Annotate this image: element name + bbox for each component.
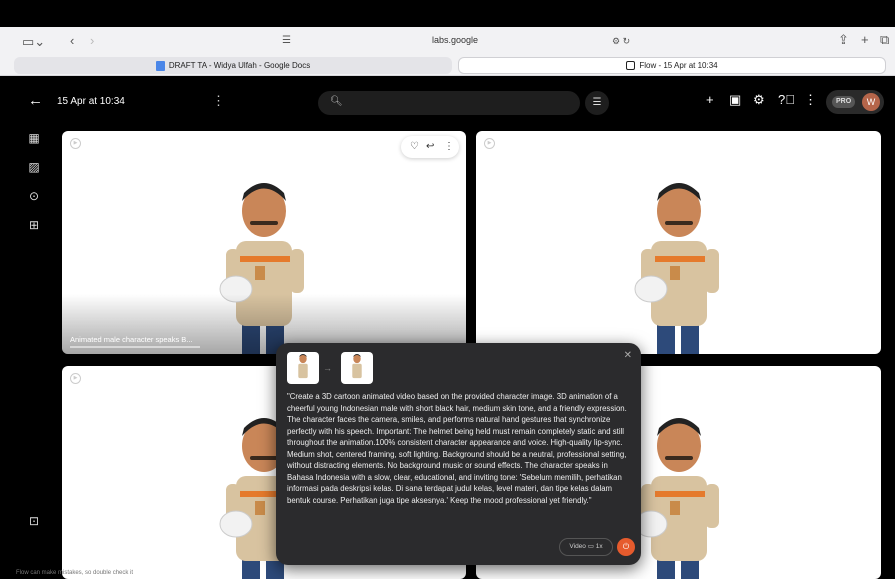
new-tab-icon[interactable]: + — [861, 33, 869, 47]
play-icon[interactable]: ▶ — [70, 373, 81, 384]
tab-label: Flow - 15 Apr at 10:34 — [639, 61, 718, 70]
browser-chrome: ▭⌄ ‹ › ☰ labs.google ⚙ ↻ ⇪ + ⧉ DRAFT TA … — [0, 27, 895, 76]
account-chip[interactable]: PRO W — [826, 90, 884, 114]
mode-chip[interactable]: Video ▭ 1x — [559, 538, 613, 556]
translate-reload-icon[interactable]: ⚙ ↻ — [612, 34, 630, 48]
plus-icon[interactable]: + — [706, 93, 714, 107]
help-icon[interactable]: ?⃝ — [778, 93, 795, 107]
disclaimer: Flow can make mistakes, so double check … — [16, 570, 134, 576]
more-vertical-icon[interactable]: ⋮ — [212, 93, 225, 109]
folder-upload-icon[interactable]: ⊞ — [26, 217, 42, 233]
play-icon[interactable]: ▶ — [484, 138, 495, 149]
more-vertical-icon[interactable]: ⋮ — [444, 140, 454, 154]
filter-icon: ☰ — [592, 97, 602, 108]
google-docs-icon — [155, 60, 165, 71]
play-icon[interactable]: ▶ — [70, 138, 81, 149]
os-menubar — [0, 0, 895, 27]
back-nav-icon[interactable]: ‹ — [70, 34, 74, 48]
arrow-right-icon: → — [323, 363, 332, 373]
play-circle-icon[interactable]: ⊙ — [26, 188, 42, 204]
video-card[interactable]: ▶ — [476, 131, 881, 354]
tab-label: DRAFT TA - Widya Ulfah - Google Docs — [168, 61, 311, 70]
avatar[interactable]: W — [862, 93, 880, 111]
share-icon[interactable]: ⇪ — [838, 33, 849, 47]
stop-button[interactable]: ⏻ — [617, 538, 635, 556]
forward-nav-icon[interactable]: › — [90, 34, 94, 48]
film-icon[interactable]: ▣ — [729, 93, 741, 107]
arrow-left-icon[interactable]: ← — [28, 92, 43, 109]
grid-icon[interactable]: ▦ — [26, 130, 42, 146]
prompt-details-popup: ✕ → "Create a 3D cartoon animated video … — [276, 343, 641, 565]
reader-icon[interactable]: ☰ — [282, 34, 291, 48]
power-icon: ⏻ — [622, 542, 630, 551]
filter-button[interactable]: ☰ — [585, 91, 609, 115]
address-bar[interactable]: labs.google — [380, 35, 530, 45]
close-icon[interactable]: ✕ — [624, 350, 632, 361]
project-title: 15 Apr at 10:34 — [57, 96, 125, 107]
character-image — [634, 183, 719, 354]
output-thumbnail[interactable] — [341, 352, 373, 384]
screen-icon: ▭ — [587, 543, 594, 550]
flow-icon — [626, 61, 636, 70]
more-vertical-icon[interactable]: ⋮ — [804, 93, 817, 107]
mode-label: Video — [569, 543, 586, 550]
image-icon[interactable]: ▨ — [26, 159, 42, 175]
sidebar-toggle-icon[interactable]: ▭⌄ — [22, 35, 45, 49]
download-box-icon[interactable]: ⊡ — [26, 513, 42, 529]
prompt-text: "Create a 3D cartoon animated video base… — [287, 392, 627, 505]
heart-icon[interactable]: ♡ — [410, 140, 419, 154]
pro-badge: PRO — [832, 96, 856, 108]
video-card[interactable]: ▶ ♡ ↩ ⋮ Animated male character speaks B… — [62, 131, 466, 354]
tab-google-docs[interactable]: DRAFT TA - Widya Ulfah - Google Docs — [14, 57, 452, 74]
tab-overview-icon[interactable]: ⧉ — [880, 33, 889, 47]
gear-icon[interactable]: ⚙ — [753, 93, 765, 107]
search-input[interactable]: 🔍︎ — [318, 91, 580, 115]
card-caption: Animated male character speaks B... — [70, 335, 193, 344]
app-header: ← 15 Apr at 10:34 ⋮ 🔍︎ ☰ + ▣ ⚙ ?⃝ ⋮ PRO … — [0, 77, 895, 125]
count-label: 1x — [595, 543, 603, 550]
card-actions: ♡ ↩ ⋮ — [401, 136, 459, 158]
source-image-thumbnail[interactable] — [287, 352, 319, 384]
playback-progress[interactable] — [70, 346, 200, 348]
search-icon: 🔍︎ — [330, 96, 343, 107]
reuse-prompt-icon[interactable]: ↩ — [426, 140, 434, 154]
tab-flow[interactable]: Flow - 15 Apr at 10:34 — [458, 57, 886, 74]
